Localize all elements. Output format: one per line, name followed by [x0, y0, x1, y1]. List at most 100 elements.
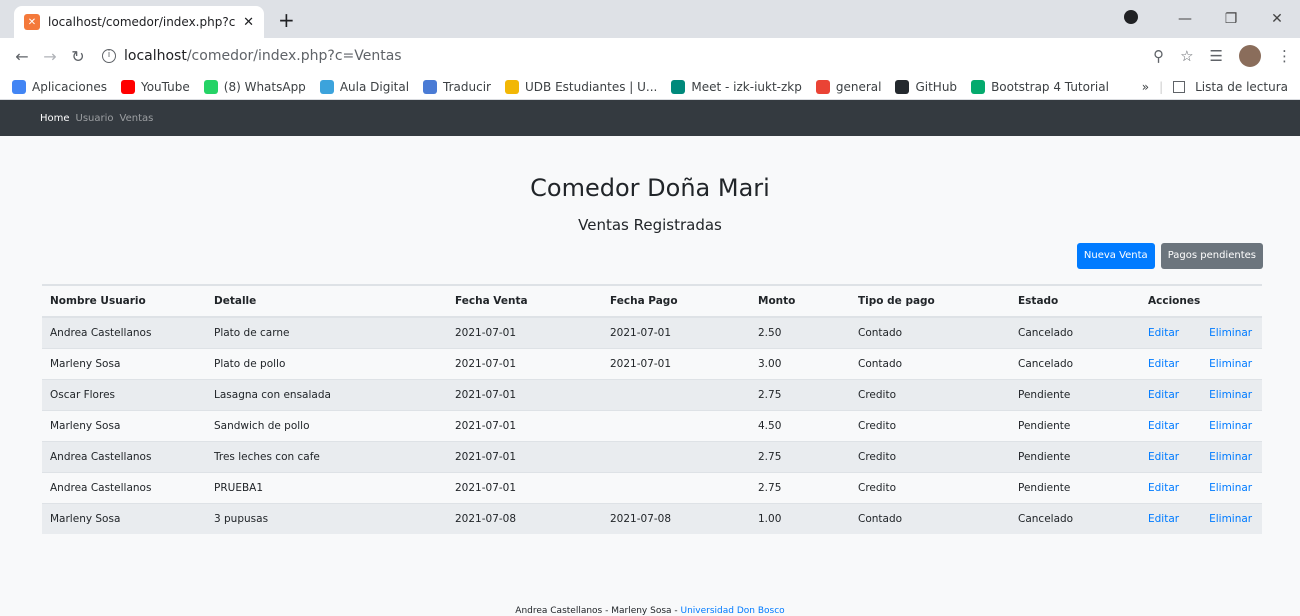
cell-estado: Pendiente — [1010, 409, 1140, 441]
column-header: Estado — [1010, 284, 1140, 318]
nav-ventas[interactable]: Ventas — [120, 113, 154, 124]
cell-monto: 2.75 — [750, 378, 850, 410]
new-sale-button[interactable]: Nueva Venta — [1076, 243, 1155, 269]
nav-home[interactable]: Home — [40, 113, 70, 124]
bookmark-item[interactable]: Meet - izk-iukt-zkp — [671, 79, 802, 94]
nav-usuario[interactable]: Usuario — [76, 113, 114, 124]
delete-link[interactable]: Eliminar — [1209, 327, 1252, 339]
bookmark-item[interactable]: UDB Estudiantes | U... — [505, 79, 657, 94]
page-title: Comedor Doña Mari — [530, 174, 770, 202]
bookmark-item[interactable]: (8) WhatsApp — [203, 79, 306, 94]
cell-fecha-pago: 2021-07-01 — [602, 347, 750, 379]
edit-link[interactable]: Editar — [1148, 358, 1179, 370]
reload-icon[interactable]: ↻ — [64, 47, 92, 66]
cell-actions: Editar Eliminar — [1140, 316, 1262, 348]
bookmark-item[interactable]: YouTube — [120, 79, 190, 94]
window-close-icon[interactable]: ✕ — [1254, 11, 1300, 27]
browser-tab[interactable]: ✕ localhost/comedor/index.php?c= ✕ — [14, 6, 264, 38]
column-header: Acciones — [1140, 284, 1262, 318]
bookmark-star-icon[interactable]: ☆ — [1180, 47, 1193, 65]
edit-link[interactable]: Editar — [1148, 451, 1179, 463]
cell-tipo: Contado — [850, 502, 1010, 534]
cell-detalle: 3 pupusas — [206, 502, 447, 534]
cell-fecha-venta: 2021-07-01 — [447, 316, 602, 348]
table-row: Marleny Sosa 3 pupusas 2021-07-08 2021-07-0… — [42, 502, 1262, 534]
new-tab-button[interactable]: + — [278, 8, 295, 32]
edit-link[interactable]: Editar — [1148, 389, 1179, 401]
delete-link[interactable]: Eliminar — [1209, 482, 1252, 494]
edit-link[interactable]: Editar — [1148, 513, 1179, 525]
column-header: Nombre Usuario — [42, 284, 206, 318]
bookmark-item[interactable]: Bootstrap 4 Tutorial — [971, 79, 1109, 94]
url-path: /comedor/index.php?c=Ventas — [186, 48, 402, 64]
delete-link[interactable]: Eliminar — [1209, 451, 1252, 463]
table-row: Oscar Flores Lasagna con ensalada 2021-07-… — [42, 378, 1262, 410]
edit-link[interactable]: Editar — [1148, 420, 1179, 432]
tab-close-icon[interactable]: ✕ — [243, 15, 254, 30]
minimize-icon[interactable]: — — [1162, 11, 1208, 27]
profile-indicator-icon[interactable] — [1116, 10, 1162, 28]
info-icon[interactable]: i — [102, 49, 116, 63]
cell-fecha-venta: 2021-07-01 — [447, 347, 602, 379]
cell-tipo: Credito — [850, 471, 1010, 503]
zoom-icon[interactable]: ⚲ — [1153, 47, 1164, 65]
media-control-icon[interactable]: ☰ — [1210, 47, 1223, 65]
divider: | — [1159, 79, 1164, 94]
reading-list-icon — [1173, 80, 1186, 93]
cell-actions: Editar Eliminar — [1140, 440, 1262, 472]
page-subtitle: Ventas Registradas — [578, 216, 722, 234]
bookmark-item[interactable]: Aula Digital — [319, 79, 410, 94]
cell-detalle: Plato de pollo — [206, 347, 447, 379]
bookmarks-bar: Aplicaciones YouTube (8) WhatsApp Aula Digi… — [0, 74, 1300, 100]
cell-monto: 2.50 — [750, 316, 850, 348]
avatar[interactable] — [1239, 45, 1261, 67]
delete-link[interactable]: Eliminar — [1209, 513, 1252, 525]
column-header: Tipo de pago — [850, 284, 1010, 318]
edit-link[interactable]: Editar — [1148, 327, 1179, 339]
url-field[interactable]: i localhost/comedor/index.php?c=Ventas — [102, 48, 1153, 64]
menu-dots-icon[interactable]: ⋮ — [1277, 47, 1292, 65]
bookmarks-more-icon[interactable]: » — [1142, 80, 1149, 94]
bookmark-favicon-icon — [895, 79, 910, 94]
bookmark-label: Aplicaciones — [32, 79, 107, 94]
forward-icon[interactable]: → — [36, 47, 64, 66]
bookmark-item[interactable]: Aplicaciones — [12, 79, 107, 94]
cell-estado: Cancelado — [1010, 347, 1140, 379]
bookmark-item[interactable]: general — [815, 79, 882, 94]
delete-link[interactable]: Eliminar — [1209, 389, 1252, 401]
bookmark-favicon-icon — [671, 79, 686, 94]
cell-usuario: Marleny Sosa — [42, 502, 206, 534]
cell-actions: Editar Eliminar — [1140, 471, 1262, 503]
bookmark-label: Meet - izk-iukt-zkp — [691, 79, 802, 94]
cell-fecha-pago — [602, 440, 750, 472]
bookmark-favicon-icon — [120, 79, 135, 94]
cell-fecha-venta: 2021-07-01 — [447, 440, 602, 472]
bookmark-favicon-icon — [505, 79, 519, 94]
cell-tipo: Contado — [850, 347, 1010, 379]
delete-link[interactable]: Eliminar — [1209, 420, 1252, 432]
address-bar: ← → ↻ i localhost/comedor/index.php?c=Ve… — [0, 38, 1300, 74]
back-icon[interactable]: ← — [8, 47, 36, 66]
cell-usuario: Marleny Sosa — [42, 347, 206, 379]
tab-title: localhost/comedor/index.php?c= — [48, 15, 236, 29]
cell-monto: 3.00 — [750, 347, 850, 379]
bookmark-favicon-icon — [319, 79, 334, 94]
cell-detalle: PRUEBA1 — [206, 471, 447, 503]
bookmark-item[interactable]: Traducir — [423, 79, 491, 94]
cell-fecha-venta: 2021-07-08 — [447, 502, 602, 534]
bookmark-label: Bootstrap 4 Tutorial — [991, 79, 1109, 94]
edit-link[interactable]: Editar — [1148, 482, 1179, 494]
pending-payments-button[interactable]: Pagos pendientes — [1160, 243, 1263, 269]
restore-icon[interactable]: ❐ — [1208, 11, 1254, 27]
reading-list-button[interactable]: Lista de lectura — [1195, 80, 1288, 94]
bookmark-label: Aula Digital — [339, 79, 410, 94]
bookmark-label: general — [835, 79, 882, 94]
cell-tipo: Contado — [850, 316, 1010, 348]
column-header: Detalle — [206, 284, 447, 318]
cell-fecha-pago: 2021-07-08 — [602, 502, 750, 534]
bookmark-item[interactable]: GitHub — [895, 79, 957, 94]
cell-actions: Editar Eliminar — [1140, 347, 1262, 379]
delete-link[interactable]: Eliminar — [1209, 358, 1252, 370]
cell-estado: Cancelado — [1010, 316, 1140, 348]
cell-actions: Editar Eliminar — [1140, 409, 1262, 441]
